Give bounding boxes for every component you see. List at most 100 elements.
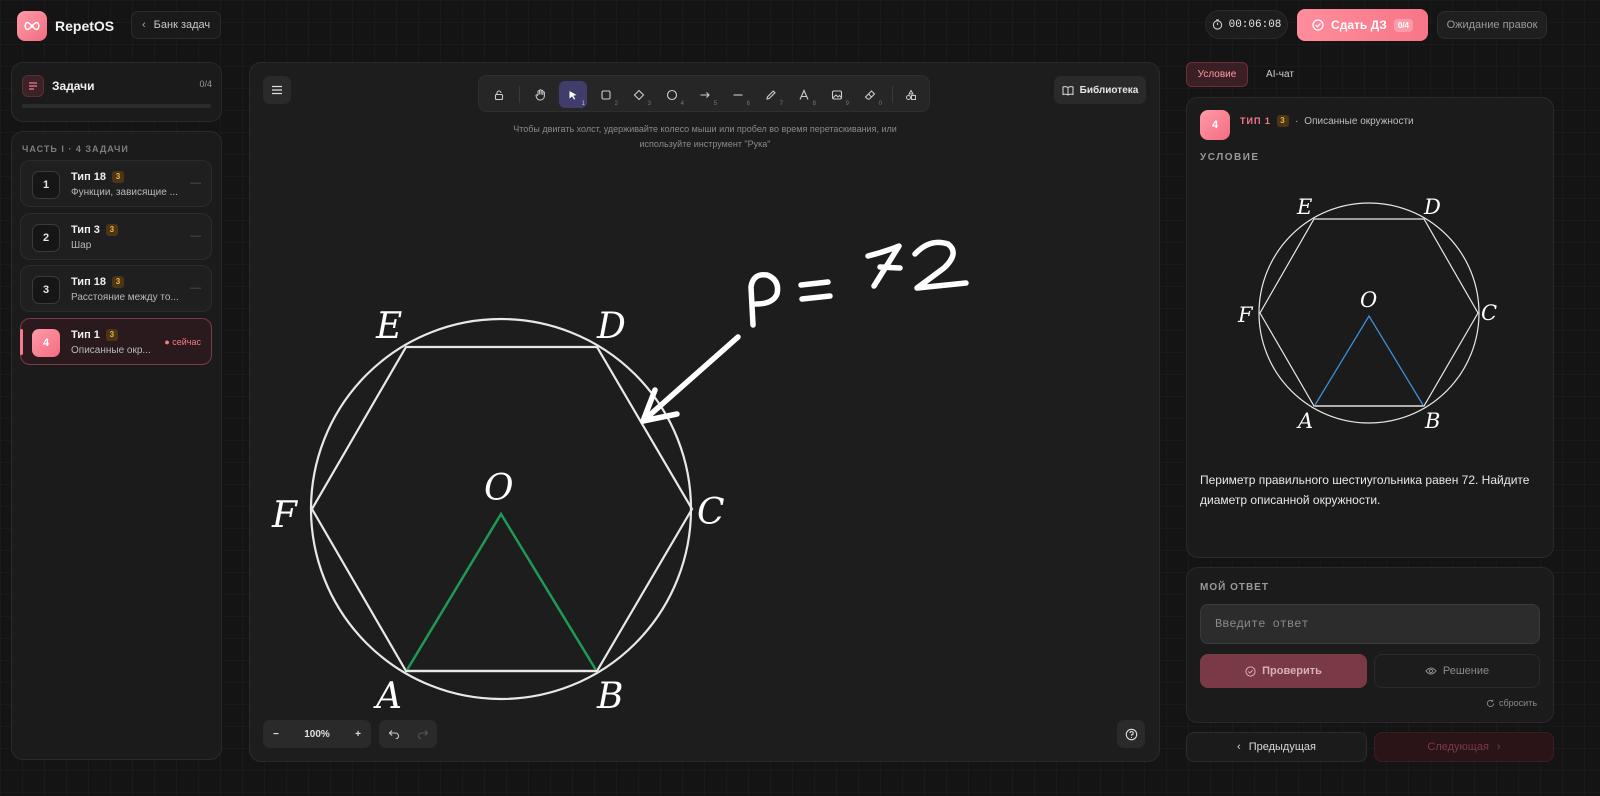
label-c: C xyxy=(1481,301,1497,325)
next-task-button[interactable]: Следующая › xyxy=(1374,732,1554,762)
tasks-icon xyxy=(22,75,44,97)
help-button[interactable] xyxy=(1117,720,1145,748)
stroke-p xyxy=(748,272,781,328)
arrow-icon xyxy=(700,91,710,98)
task-status: ● сейчас xyxy=(164,337,201,347)
tab-ai-chat[interactable]: AI-чат xyxy=(1255,62,1305,87)
hexagon xyxy=(310,345,694,673)
chevron-left-icon: ‹ xyxy=(1237,741,1241,753)
text-icon xyxy=(799,88,809,100)
drawing-toolbar: 1 2 3 4 5 6 7 8 9 0 xyxy=(478,75,930,112)
canvas-figure[interactable]: E D F C O A B xyxy=(250,220,1010,720)
condition-label: УСЛОВИЕ xyxy=(1200,152,1260,163)
text-tool[interactable]: 8 xyxy=(790,81,818,108)
task-topic: Описанные окружности xyxy=(1304,115,1414,127)
answer-input[interactable] xyxy=(1200,604,1540,644)
task-type: Тип 18 xyxy=(71,276,106,288)
task-item-1[interactable]: 1 Тип 18 3 Функции, зависящие ... — xyxy=(20,160,212,207)
zoom-out-button[interactable]: − xyxy=(273,729,279,740)
label-d: D xyxy=(1423,195,1441,219)
label-a: A xyxy=(1296,409,1313,433)
tool-shortcut: 1 xyxy=(581,101,585,107)
task-type: Тип 18 xyxy=(71,171,106,183)
selection-tool[interactable]: 1 xyxy=(559,81,587,108)
label-a: A xyxy=(373,676,402,717)
back-to-bank-button[interactable]: ‹ Банк задач xyxy=(131,11,221,39)
zoom-level[interactable]: 100% xyxy=(304,729,330,740)
arrow-tool[interactable]: 5 xyxy=(691,81,719,108)
app-name: RepetOS xyxy=(55,18,115,34)
label-f: F xyxy=(1237,303,1254,327)
handwritten-note xyxy=(640,239,969,424)
task-item-4[interactable]: 4 Тип 1 3 Описанные окр... ● сейчас xyxy=(20,318,212,365)
eraser-tool[interactable]: 0 xyxy=(856,81,884,108)
canvas-menu-button[interactable] xyxy=(263,76,291,104)
label-d: D xyxy=(596,306,626,347)
tool-shortcut: 6 xyxy=(746,101,750,107)
condition-text: Периметр правильного шестиугольника раве… xyxy=(1200,473,1530,507)
timer-value: 00:06:08 xyxy=(1228,18,1282,31)
image-icon xyxy=(831,89,843,100)
ellipse-tool[interactable]: 4 xyxy=(658,81,686,108)
triangle-aob xyxy=(405,511,598,671)
hexagon xyxy=(1259,218,1479,407)
submit-label: Сдать ДЗ xyxy=(1331,18,1387,32)
book-open-icon xyxy=(1062,85,1074,96)
stopwatch-icon xyxy=(1212,19,1222,30)
label-c: C xyxy=(697,492,725,533)
check-answer-button[interactable]: Проверить xyxy=(1200,654,1367,688)
library-button[interactable]: Библиотека xyxy=(1054,76,1146,104)
label-f: F xyxy=(271,495,299,536)
help-icon xyxy=(1125,728,1137,740)
hand-tool[interactable] xyxy=(526,81,554,108)
level-badge: 3 xyxy=(112,276,124,288)
line-tool[interactable]: 6 xyxy=(724,81,752,108)
zoom-in-button[interactable]: + xyxy=(355,729,361,740)
back-label: Банк задач xyxy=(153,19,211,31)
label-o: O xyxy=(1360,288,1377,312)
tab-condition[interactable]: Условие xyxy=(1186,62,1248,87)
tool-shortcut: 9 xyxy=(845,101,849,107)
reset-answer-button[interactable]: сбросить xyxy=(1486,698,1537,708)
task-number: 2 xyxy=(32,224,60,252)
line-icon xyxy=(733,93,743,96)
lock-tool[interactable] xyxy=(485,81,513,108)
task-item-2[interactable]: 2 Тип 3 3 Шар — xyxy=(20,213,212,260)
lock-icon xyxy=(494,89,504,100)
refresh-icon xyxy=(1486,699,1495,707)
undo-icon[interactable] xyxy=(388,729,400,739)
task-status: — xyxy=(190,230,201,242)
eraser-icon xyxy=(864,89,876,100)
label-e: E xyxy=(375,306,402,347)
tool-shortcut: 0 xyxy=(878,101,882,107)
label-e: E xyxy=(1296,195,1312,219)
canvas-hint: Чтобы двигать холст, удерживайте колесо … xyxy=(513,124,897,149)
zoom-controls: − 100% + xyxy=(263,720,371,748)
show-solution-button[interactable]: Решение xyxy=(1374,654,1540,688)
pencil-tool[interactable]: 7 xyxy=(757,81,785,108)
circumscribed-circle xyxy=(1258,202,1480,424)
redo-icon[interactable] xyxy=(417,729,429,739)
level-badge: 3 xyxy=(105,224,118,236)
tool-shortcut: 8 xyxy=(812,101,816,107)
previous-task-button[interactable]: ‹ Предыдущая xyxy=(1186,732,1367,762)
answer-label: МОЙ ОТВЕТ xyxy=(1200,582,1269,593)
stroke-2 xyxy=(912,239,969,291)
app-logo[interactable] xyxy=(17,11,47,41)
image-tool[interactable]: 9 xyxy=(823,81,851,108)
task-description: Функции, зависящие ... xyxy=(71,187,178,198)
tool-shortcut: 7 xyxy=(779,101,783,107)
awaiting-review-button[interactable]: Ожидание правок xyxy=(1437,11,1547,39)
diamond-tool[interactable]: 3 xyxy=(625,81,653,108)
rectangle-tool[interactable]: 2 xyxy=(592,81,620,108)
task-description: Расстояние между то... xyxy=(71,292,179,303)
meta-separator: · xyxy=(1294,115,1299,127)
task-description: Шар xyxy=(71,240,92,251)
library-label: Библиотека xyxy=(1079,84,1139,96)
level-badge: 3 xyxy=(112,171,124,183)
submit-homework-button[interactable]: Сдать ДЗ 0/4 xyxy=(1297,9,1428,41)
check-circle-icon xyxy=(1245,665,1256,677)
extra-shapes-tool[interactable] xyxy=(897,81,925,108)
task-item-3[interactable]: 3 Тип 18 3 Расстояние между то... — xyxy=(20,265,212,312)
task-type: ТИП 1 xyxy=(1240,116,1271,126)
